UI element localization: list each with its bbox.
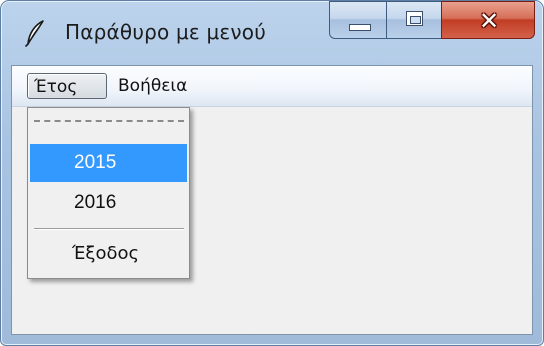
window-title: Παράθυρο με μενού (65, 20, 267, 44)
client-area: Έτος Βοήθεια 2015 2016 Έξοδος (11, 65, 533, 335)
close-button[interactable]: ✕ (441, 1, 535, 39)
menu-bar: Έτος Βοήθεια (12, 66, 532, 107)
menu-year[interactable]: Έτος (27, 73, 107, 99)
menu-help[interactable]: Βοήθεια (112, 73, 204, 99)
caption-buttons: ✕ (329, 1, 535, 41)
close-icon: ✕ (478, 7, 500, 35)
feather-icon (25, 20, 44, 47)
menu-separator (34, 228, 184, 230)
menu-item-2016[interactable]: 2016 (30, 184, 187, 222)
maximize-button[interactable] (386, 1, 442, 39)
title-bar[interactable]: Παράθυρο με μενού ✕ (1, 1, 543, 61)
minimize-icon (349, 24, 371, 31)
minimize-button[interactable] (329, 1, 387, 39)
app-window: Παράθυρο με μενού ✕ Έτος Βοήθεια 2015 20… (0, 0, 544, 346)
menu-item-2015[interactable]: 2015 (30, 144, 187, 182)
maximize-icon (406, 11, 423, 26)
tearoff-line[interactable] (34, 120, 184, 122)
year-dropdown-menu: 2015 2016 Έξοδος (27, 107, 190, 279)
menu-item-exit[interactable]: Έξοδος (30, 235, 187, 273)
